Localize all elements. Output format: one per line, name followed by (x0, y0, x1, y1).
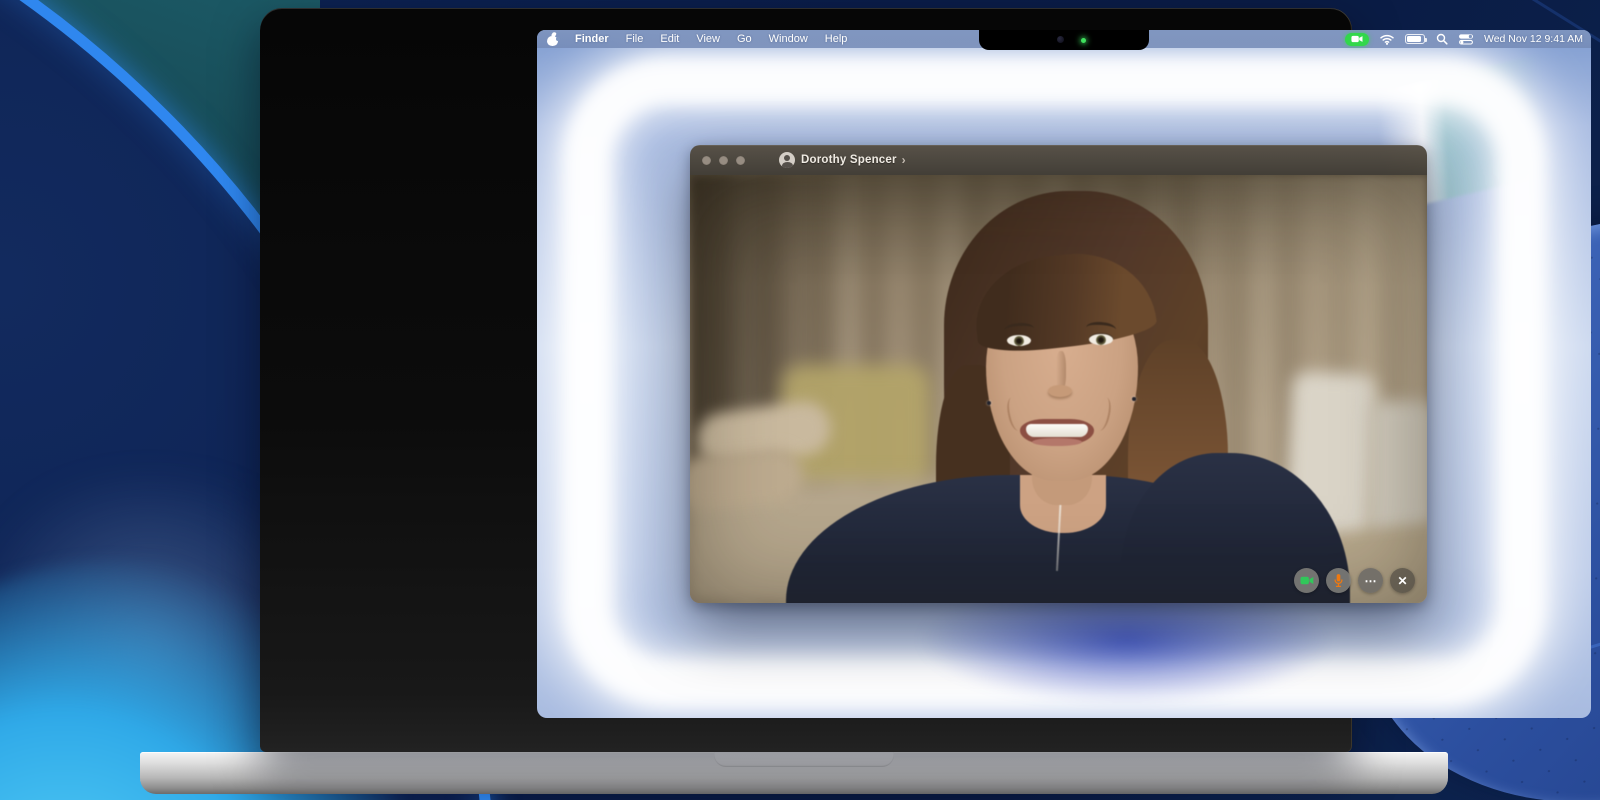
apple-logo-leaf (551, 30, 557, 37)
camcorder-glyph (1351, 35, 1363, 43)
screenshot-stage: Finder File Edit View Go Window Help Wed… (0, 0, 1600, 800)
battery-fill (1406, 36, 1421, 42)
microphone-toggle-button[interactable] (1326, 568, 1351, 593)
video-camera-icon (1300, 576, 1313, 585)
close-icon: ✕ (1397, 573, 1408, 588)
menu-bar-clock[interactable]: Wed Nov 12 9:41 AM (1484, 33, 1583, 45)
menu-item-edit[interactable]: Edit (660, 33, 679, 45)
more-options-button[interactable]: ⋯ (1358, 568, 1383, 593)
avatar-torso (781, 162, 793, 168)
close-window-button[interactable] (702, 155, 711, 165)
microphone-icon (1334, 574, 1343, 588)
menu-item-help[interactable]: Help (825, 33, 848, 45)
zoom-window-button[interactable] (736, 155, 745, 165)
traffic-lights (702, 155, 745, 165)
video-toggle-button[interactable] (1294, 568, 1319, 593)
laptop-display: Finder File Edit View Go Window Help Wed… (537, 30, 1591, 718)
menu-item-view[interactable]: View (696, 33, 720, 45)
battery-tip (1424, 37, 1427, 42)
call-window-titlebar[interactable]: Dorothy Spencer › (690, 145, 1427, 175)
spotlight-search-icon[interactable] (1436, 33, 1448, 45)
video-vignette (690, 175, 1427, 603)
camera-in-use-indicator-icon[interactable] (1344, 32, 1369, 46)
minimize-window-button[interactable] (719, 155, 728, 165)
menu-bar-left: Finder File Edit View Go Window Help (545, 30, 848, 46)
chevron-right-icon[interactable]: › (902, 153, 906, 167)
end-call-button[interactable]: ✕ (1390, 568, 1415, 593)
menu-item-finder[interactable]: Finder (575, 33, 609, 45)
control-center-icon[interactable] (1458, 33, 1473, 45)
avatar-head (784, 155, 790, 161)
laptop-lid: Finder File Edit View Go Window Help Wed… (260, 8, 1591, 752)
webcam-lens-icon (1057, 36, 1064, 43)
menu-bar-status-area: Wed Nov 12 9:41 AM (1344, 32, 1583, 46)
call-window: Dorothy Spencer › ⋯ ✕ (690, 145, 1427, 603)
menu-item-go[interactable]: Go (737, 33, 752, 45)
apple-menu-icon[interactable] (547, 30, 560, 46)
participant-avatar-icon (779, 152, 795, 168)
call-window-title[interactable]: Dorothy Spencer (801, 154, 897, 166)
webcam-notch (979, 30, 1149, 50)
call-controls: ⋯ ✕ (1294, 568, 1415, 593)
apple-logo-bite (556, 37, 560, 41)
participant-video (690, 175, 1427, 603)
ellipsis-icon: ⋯ (1364, 573, 1377, 588)
menu-item-file[interactable]: File (626, 33, 644, 45)
webcam-active-led (1081, 37, 1086, 43)
battery-icon[interactable] (1404, 34, 1427, 44)
lid-lift-notch (714, 752, 894, 767)
menu-item-window[interactable]: Window (769, 33, 808, 45)
laptop-base (140, 752, 1448, 794)
wifi-icon[interactable] (1380, 34, 1394, 45)
